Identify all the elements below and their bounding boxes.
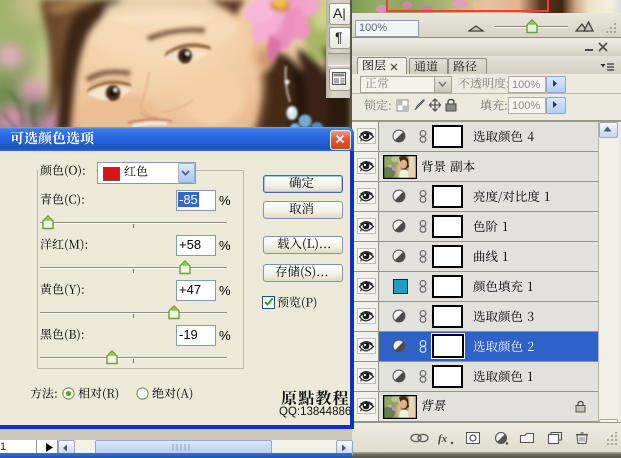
svg-text:fx: fx bbox=[438, 433, 448, 445]
